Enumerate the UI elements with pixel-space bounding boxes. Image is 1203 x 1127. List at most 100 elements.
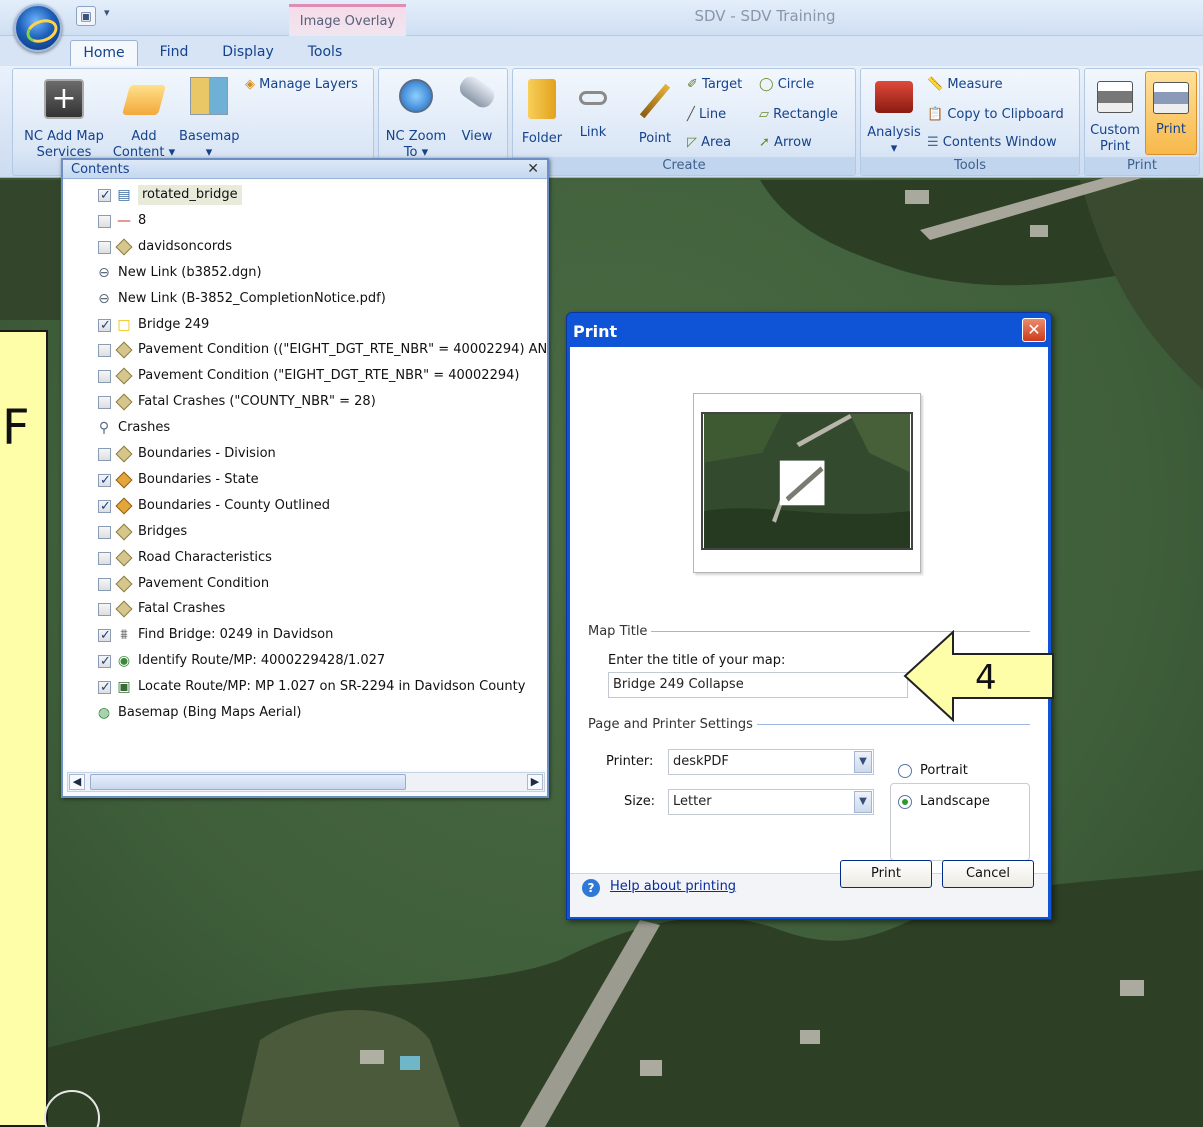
- telescope-icon: [455, 72, 499, 112]
- target-button[interactable]: ✐ Target: [687, 77, 742, 93]
- layer-row[interactable]: ▤ rotated_bridge: [66, 185, 546, 206]
- layer-visibility-checkbox[interactable]: [98, 316, 111, 336]
- dialog-close-icon[interactable]: ✕: [1022, 318, 1046, 342]
- layer-label: Pavement Condition ("EIGHT_DGT_RTE_NBR" …: [138, 368, 520, 384]
- tab-home[interactable]: Home: [70, 40, 138, 66]
- layer-label: Bridges: [138, 523, 188, 539]
- layer-row[interactable]: ▣ Locate Route/MP: MP 1.027 on SR-2294 in…: [66, 677, 546, 698]
- circle-button[interactable]: ◯ Circle: [759, 77, 814, 93]
- annotation-letter: F: [2, 400, 30, 456]
- layer-visibility-checkbox[interactable]: [98, 448, 111, 461]
- image-overlay-context-tab[interactable]: Image Overlay: [289, 4, 406, 36]
- layer-visibility-checkbox[interactable]: [98, 577, 111, 591]
- custom-print-button[interactable]: Custom Print: [1087, 75, 1143, 155]
- tab-display[interactable]: Display: [218, 40, 278, 66]
- layer-row[interactable]: □ Bridge 249: [66, 315, 546, 336]
- manage-layers-button[interactable]: ◈ Manage Layers: [245, 77, 358, 93]
- copy-to-clipboard-label: Copy to Clipboard: [947, 107, 1064, 122]
- layer-row[interactable]: ⊖ New Link (b3852.dgn): [66, 263, 546, 283]
- link-button[interactable]: Link: [571, 75, 615, 141]
- close-icon[interactable]: ✕: [527, 160, 539, 179]
- layer-row[interactable]: davidsoncords: [66, 237, 546, 257]
- layer-row[interactable]: Pavement Condition (("EIGHT_DGT_RTE_NBR"…: [66, 340, 546, 360]
- layer-visibility-checkbox[interactable]: [98, 525, 111, 539]
- layer-visibility-checkbox[interactable]: [98, 344, 111, 358]
- layer-row[interactable]: ⊖ New Link (B-3852_CompletionNotice.pdf): [66, 289, 546, 309]
- portrait-label[interactable]: Portrait: [920, 763, 968, 778]
- help-about-printing-link[interactable]: Help about printing: [610, 879, 736, 894]
- toolbox-icon: [875, 81, 913, 113]
- image-icon: ▤: [117, 187, 131, 203]
- basemap-button[interactable]: Basemap ▾: [179, 73, 240, 161]
- quick-access-dropdown-icon[interactable]: ▾: [104, 6, 110, 19]
- folder-button[interactable]: Folder: [519, 75, 565, 147]
- layer-row[interactable]: Boundaries - Division: [66, 444, 546, 464]
- layer-visibility-checkbox[interactable]: [98, 214, 111, 228]
- size-value: Letter: [673, 794, 712, 809]
- print-button[interactable]: Print: [1145, 71, 1197, 155]
- map-title-prompt: Enter the title of your map:: [608, 653, 786, 668]
- layer-visibility-checkbox[interactable]: [98, 652, 111, 672]
- help-icon[interactable]: ?: [582, 879, 600, 897]
- line-button[interactable]: ╱ Line: [687, 107, 726, 123]
- horizontal-scrollbar[interactable]: ◀ ▶: [67, 772, 545, 792]
- layer-row[interactable]: —8: [66, 211, 546, 231]
- rectangle-button[interactable]: ▱ Rectangle: [759, 107, 838, 123]
- layer-row[interactable]: ⚲ Crashes: [66, 418, 546, 438]
- layer-row[interactable]: Pavement Condition: [66, 574, 546, 594]
- printer-select[interactable]: deskPDF ▼: [668, 749, 874, 775]
- measure-button[interactable]: 📏 Measure: [927, 77, 1003, 93]
- layer-visibility-checkbox[interactable]: [98, 678, 111, 698]
- scroll-right-icon[interactable]: ▶: [527, 774, 543, 790]
- quick-save-icon[interactable]: ▣: [76, 6, 96, 26]
- layer-row[interactable]: ◍ Basemap (Bing Maps Aerial): [66, 703, 546, 723]
- cancel-button[interactable]: Cancel: [942, 860, 1034, 888]
- add-label: Add: [131, 129, 157, 144]
- landscape-label[interactable]: Landscape: [920, 794, 990, 809]
- print-confirm-button[interactable]: Print: [840, 860, 932, 888]
- map-title-input[interactable]: Bridge 249 Collapse: [608, 672, 908, 698]
- point-button[interactable]: Point: [631, 75, 679, 147]
- area-button[interactable]: ◸ Area: [687, 135, 731, 151]
- layer-row[interactable]: Fatal Crashes ("COUNTY_NBR" = 28): [66, 392, 546, 412]
- layer-visibility-checkbox[interactable]: [98, 603, 111, 617]
- application-menu-button[interactable]: [14, 4, 62, 52]
- layer-visibility-checkbox[interactable]: [98, 471, 111, 491]
- tab-find[interactable]: Find: [152, 40, 196, 66]
- layer-row[interactable]: Boundaries - State: [66, 470, 546, 491]
- contents-panel: Contents ✕ ▤rotated_bridge—8davidsoncord…: [61, 158, 549, 798]
- size-select[interactable]: Letter ▼: [668, 789, 874, 815]
- layer-visibility-checkbox[interactable]: [98, 551, 111, 565]
- layer-visibility-checkbox[interactable]: [98, 626, 111, 646]
- nc-add-map-services-button[interactable]: + NC Add Map Services: [19, 75, 109, 161]
- contents-window-button[interactable]: ☰ Contents Window: [927, 135, 1057, 151]
- ribbon-tab-bar: Home Find Display Tools: [0, 36, 1203, 66]
- analysis-button[interactable]: Analysis ▾: [865, 75, 923, 157]
- portrait-radio[interactable]: [898, 764, 912, 778]
- landscape-radio[interactable]: [898, 795, 912, 809]
- arrow-button[interactable]: ➚ Arrow: [759, 135, 812, 151]
- layer-visibility-checkbox[interactable]: [98, 186, 111, 206]
- layer-row[interactable]: Boundaries - County Outlined: [66, 496, 546, 517]
- layer-row[interactable]: Bridges: [66, 522, 546, 542]
- layer-row[interactable]: Pavement Condition ("EIGHT_DGT_RTE_NBR" …: [66, 366, 546, 386]
- nc-zoom-to-button[interactable]: NC Zoom To ▾: [383, 75, 449, 161]
- layer-visibility-checkbox[interactable]: [98, 497, 111, 517]
- layer-row[interactable]: Fatal Crashes: [66, 599, 546, 619]
- square-icon: □: [117, 316, 131, 333]
- chevron-down-icon[interactable]: ▼: [854, 791, 872, 813]
- tab-tools[interactable]: Tools: [298, 40, 352, 66]
- layer-visibility-checkbox[interactable]: [98, 240, 111, 254]
- layer-visibility-checkbox[interactable]: [98, 396, 111, 410]
- chevron-down-icon[interactable]: ▼: [854, 751, 872, 773]
- print-dialog: Print ✕ Map Title Enter the title of you…: [566, 312, 1052, 920]
- layer-row[interactable]: ◉ Identify Route/MP: 4000229428/1.027: [66, 651, 546, 672]
- add-content-button[interactable]: Add Content ▾: [109, 75, 179, 161]
- layer-row[interactable]: Road Characteristics: [66, 548, 546, 568]
- scrollbar-thumb[interactable]: [90, 774, 406, 790]
- copy-to-clipboard-button[interactable]: 📋 Copy to Clipboard: [927, 107, 1064, 123]
- layer-visibility-checkbox[interactable]: [98, 370, 111, 384]
- view-button[interactable]: View: [453, 72, 501, 145]
- layer-row[interactable]: ⩩ Find Bridge: 0249 in Davidson: [66, 625, 546, 646]
- scroll-left-icon[interactable]: ◀: [69, 774, 85, 790]
